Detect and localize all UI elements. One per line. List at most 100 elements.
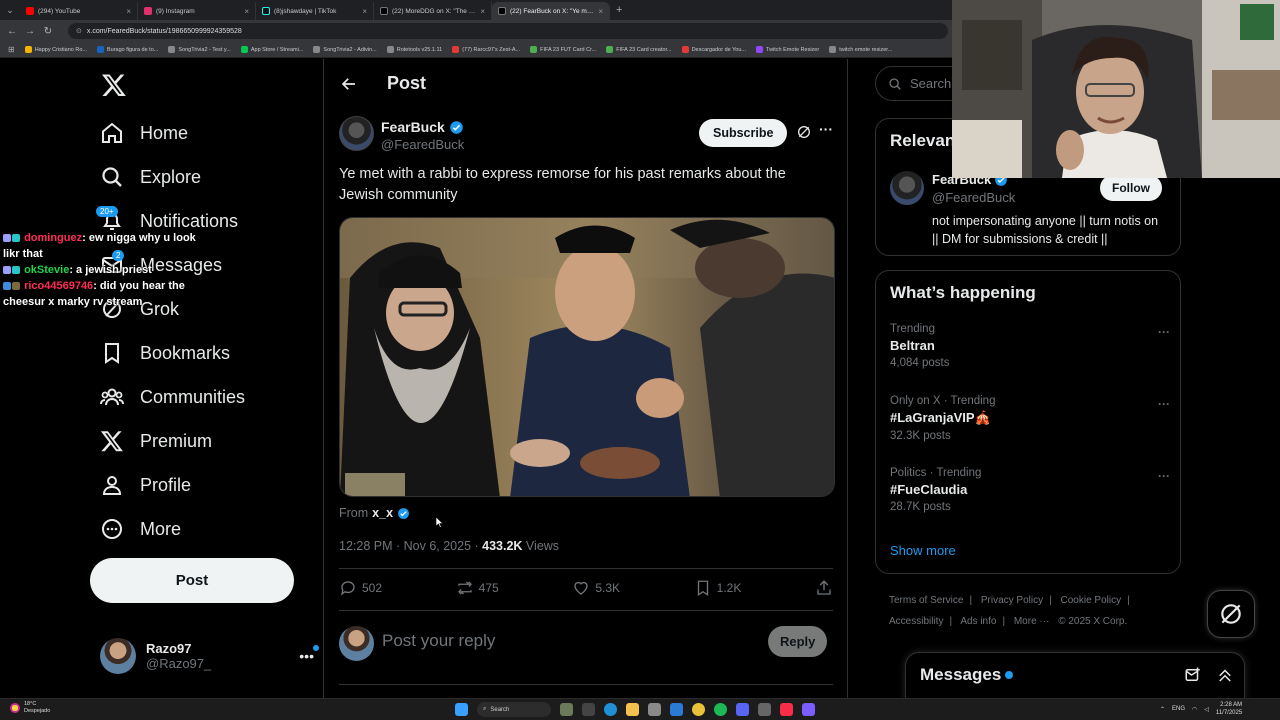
apps-grid-icon[interactable]: ⊞ bbox=[8, 45, 15, 54]
close-tab-icon[interactable]: × bbox=[598, 7, 603, 16]
bookmark-item[interactable]: Twitch Emote Resizer bbox=[756, 46, 819, 53]
trend-more-icon[interactable]: ··· bbox=[1158, 397, 1170, 411]
windows-start-icon[interactable] bbox=[455, 703, 468, 716]
bookmark-item[interactable]: FIFA 23 FUT Card Cr... bbox=[530, 46, 596, 53]
edge-browser-icon[interactable] bbox=[604, 703, 617, 716]
chevron-up-icon[interactable] bbox=[1216, 666, 1234, 684]
file-explorer-icon[interactable] bbox=[626, 703, 639, 716]
bookmark-item[interactable]: Burago figura de to... bbox=[96, 46, 158, 53]
back-arrow-icon[interactable] bbox=[340, 75, 358, 93]
author-avatar[interactable] bbox=[890, 171, 924, 205]
author-avatar[interactable] bbox=[339, 116, 374, 151]
relevant-handle[interactable]: @FearedBuck bbox=[932, 190, 1015, 205]
nav-more[interactable]: More bbox=[100, 517, 181, 541]
tray-chevron-up-icon[interactable]: ⌃ bbox=[1160, 706, 1165, 713]
footer-link[interactable]: More ··· bbox=[1014, 616, 1050, 627]
chrome-browser-icon[interactable] bbox=[692, 703, 705, 716]
account-more-icon[interactable]: ••• bbox=[299, 645, 319, 664]
browser-tab[interactable]: (9) Instagram × bbox=[138, 2, 256, 20]
browser-tab[interactable]: (294) YouTube × bbox=[20, 2, 138, 20]
new-tab-icon[interactable]: + bbox=[610, 4, 622, 16]
post-timestamp[interactable]: 12:28 PM · Nov 6, 2025 · bbox=[339, 539, 482, 553]
bookmark-item[interactable]: App Store / Streami... bbox=[240, 46, 303, 53]
music-app-icon[interactable] bbox=[780, 703, 793, 716]
close-tab-icon[interactable]: × bbox=[362, 7, 367, 16]
trend-more-icon[interactable]: ··· bbox=[1158, 469, 1170, 483]
trend-item[interactable]: Only on X · Trending #LaGranjaVIP🎪 32.3K… bbox=[890, 395, 995, 442]
forward-arrow-icon[interactable]: → bbox=[24, 26, 36, 37]
bookmark-item[interactable]: (77) Rarcc97's Zest-A... bbox=[452, 46, 520, 53]
volume-icon[interactable]: ◁ bbox=[1204, 706, 1209, 713]
footer-link[interactable]: Privacy Policy bbox=[981, 595, 1043, 606]
share-action[interactable] bbox=[815, 579, 833, 597]
bookmark-item[interactable]: SongTrivia2 - Adivin... bbox=[313, 46, 377, 53]
footer-link[interactable]: Terms of Service bbox=[889, 595, 963, 606]
reply-action[interactable]: 502 bbox=[339, 579, 382, 597]
grok-floating-button[interactable] bbox=[1207, 590, 1255, 638]
footer-link[interactable]: Ads info bbox=[960, 616, 996, 627]
author-name[interactable]: FearBuck bbox=[381, 119, 464, 135]
post-video[interactable] bbox=[339, 217, 835, 497]
bookmark-item[interactable]: Rotetools v25.1.11 bbox=[386, 46, 442, 53]
account-switcher[interactable]: Razo97 @Razo97_ ••• bbox=[100, 638, 319, 674]
close-tab-icon[interactable]: × bbox=[480, 7, 485, 16]
spotify-icon[interactable] bbox=[714, 703, 727, 716]
browser-tab-active[interactable]: (22) FearBuck on X: "Ye met... × bbox=[492, 2, 610, 20]
trend-more-icon[interactable]: ··· bbox=[1158, 325, 1170, 339]
bookmark-item[interactable]: Happy Cristiano Ro... bbox=[24, 46, 87, 53]
bookmark-item[interactable]: FIFA 23 Card creator... bbox=[606, 46, 672, 53]
taskbar-search[interactable]: ⌕ Search bbox=[477, 702, 551, 717]
follow-button[interactable]: Follow bbox=[1100, 175, 1162, 201]
subscribe-button[interactable]: Subscribe bbox=[699, 119, 788, 147]
widgets-icon[interactable] bbox=[560, 703, 573, 716]
site-info-icon[interactable]: ⊙ bbox=[76, 27, 82, 35]
clock[interactable]: 2:28 AM 11/7/2025 bbox=[1216, 701, 1242, 717]
x-logo-icon[interactable] bbox=[101, 72, 127, 98]
post-more-icon[interactable]: ··· bbox=[819, 121, 833, 137]
nav-premium[interactable]: Premium bbox=[100, 429, 212, 453]
from-account-link[interactable]: x_x bbox=[372, 506, 393, 520]
repost-action[interactable]: 475 bbox=[456, 579, 499, 597]
close-tab-icon[interactable]: × bbox=[244, 7, 249, 16]
tab-search-icon[interactable]: ⌄ bbox=[0, 0, 20, 20]
store-icon[interactable] bbox=[648, 703, 661, 716]
back-arrow-icon[interactable]: ← bbox=[6, 26, 18, 37]
author-handle[interactable]: @FearedBuck bbox=[381, 137, 464, 152]
nav-bookmarks[interactable]: Bookmarks bbox=[100, 341, 230, 365]
bookmark-item[interactable]: SongTrivia2 - Test y... bbox=[168, 46, 231, 53]
grok-icon[interactable] bbox=[796, 124, 812, 140]
footer-link[interactable]: Cookie Policy bbox=[1061, 595, 1122, 606]
browser-tab[interactable]: (8)jshawdaye | TikTok × bbox=[256, 2, 374, 20]
footer-link[interactable]: Accessibility bbox=[889, 616, 943, 627]
nav-profile[interactable]: Profile bbox=[100, 473, 191, 497]
nav-explore[interactable]: Explore bbox=[100, 165, 201, 189]
address-bar[interactable]: ⊙ x.com/FearedBuck/status/19866509999243… bbox=[68, 23, 948, 39]
new-message-icon[interactable] bbox=[1184, 666, 1202, 684]
nav-home[interactable]: Home bbox=[100, 121, 188, 145]
reload-icon[interactable]: ↻ bbox=[42, 26, 54, 37]
obs-icon[interactable] bbox=[802, 703, 815, 716]
trend-item[interactable]: Politics · Trending #FueClaudia 28.7K po… bbox=[890, 467, 981, 513]
weather-widget[interactable]: 18°C Despejado bbox=[10, 701, 50, 715]
like-action[interactable]: 5.3K bbox=[572, 579, 620, 597]
trend-item[interactable]: Trending Beltran 4,084 posts bbox=[890, 323, 949, 369]
browser-tab[interactable]: (22) MoreDDG on X: "The Grizzl...× bbox=[374, 2, 492, 20]
wifi-icon[interactable]: ◠ bbox=[1192, 706, 1197, 713]
post-button[interactable]: Post bbox=[90, 558, 294, 603]
messages-drawer[interactable]: Messages bbox=[905, 652, 1245, 702]
bookmark-item[interactable]: Descargador de You... bbox=[681, 46, 746, 53]
reply-button[interactable]: Reply bbox=[768, 626, 828, 657]
close-tab-icon[interactable]: × bbox=[126, 7, 131, 16]
discord-icon[interactable] bbox=[736, 703, 749, 716]
settings-icon[interactable] bbox=[758, 703, 771, 716]
nav-communities[interactable]: Communities bbox=[100, 385, 245, 409]
bookmark-favicon-icon bbox=[96, 46, 104, 53]
show-more-link[interactable]: Show more bbox=[890, 543, 956, 558]
mail-app-icon[interactable] bbox=[670, 703, 683, 716]
reply-input[interactable]: Post your reply bbox=[382, 631, 495, 651]
bookmark-item[interactable]: twitch emote resizer... bbox=[829, 46, 892, 53]
bookmark-action[interactable]: 1.2K bbox=[694, 579, 741, 597]
bookmark-favicon-icon bbox=[530, 46, 538, 53]
language-indicator[interactable]: ENG bbox=[1172, 706, 1185, 712]
task-view-icon[interactable] bbox=[582, 703, 595, 716]
